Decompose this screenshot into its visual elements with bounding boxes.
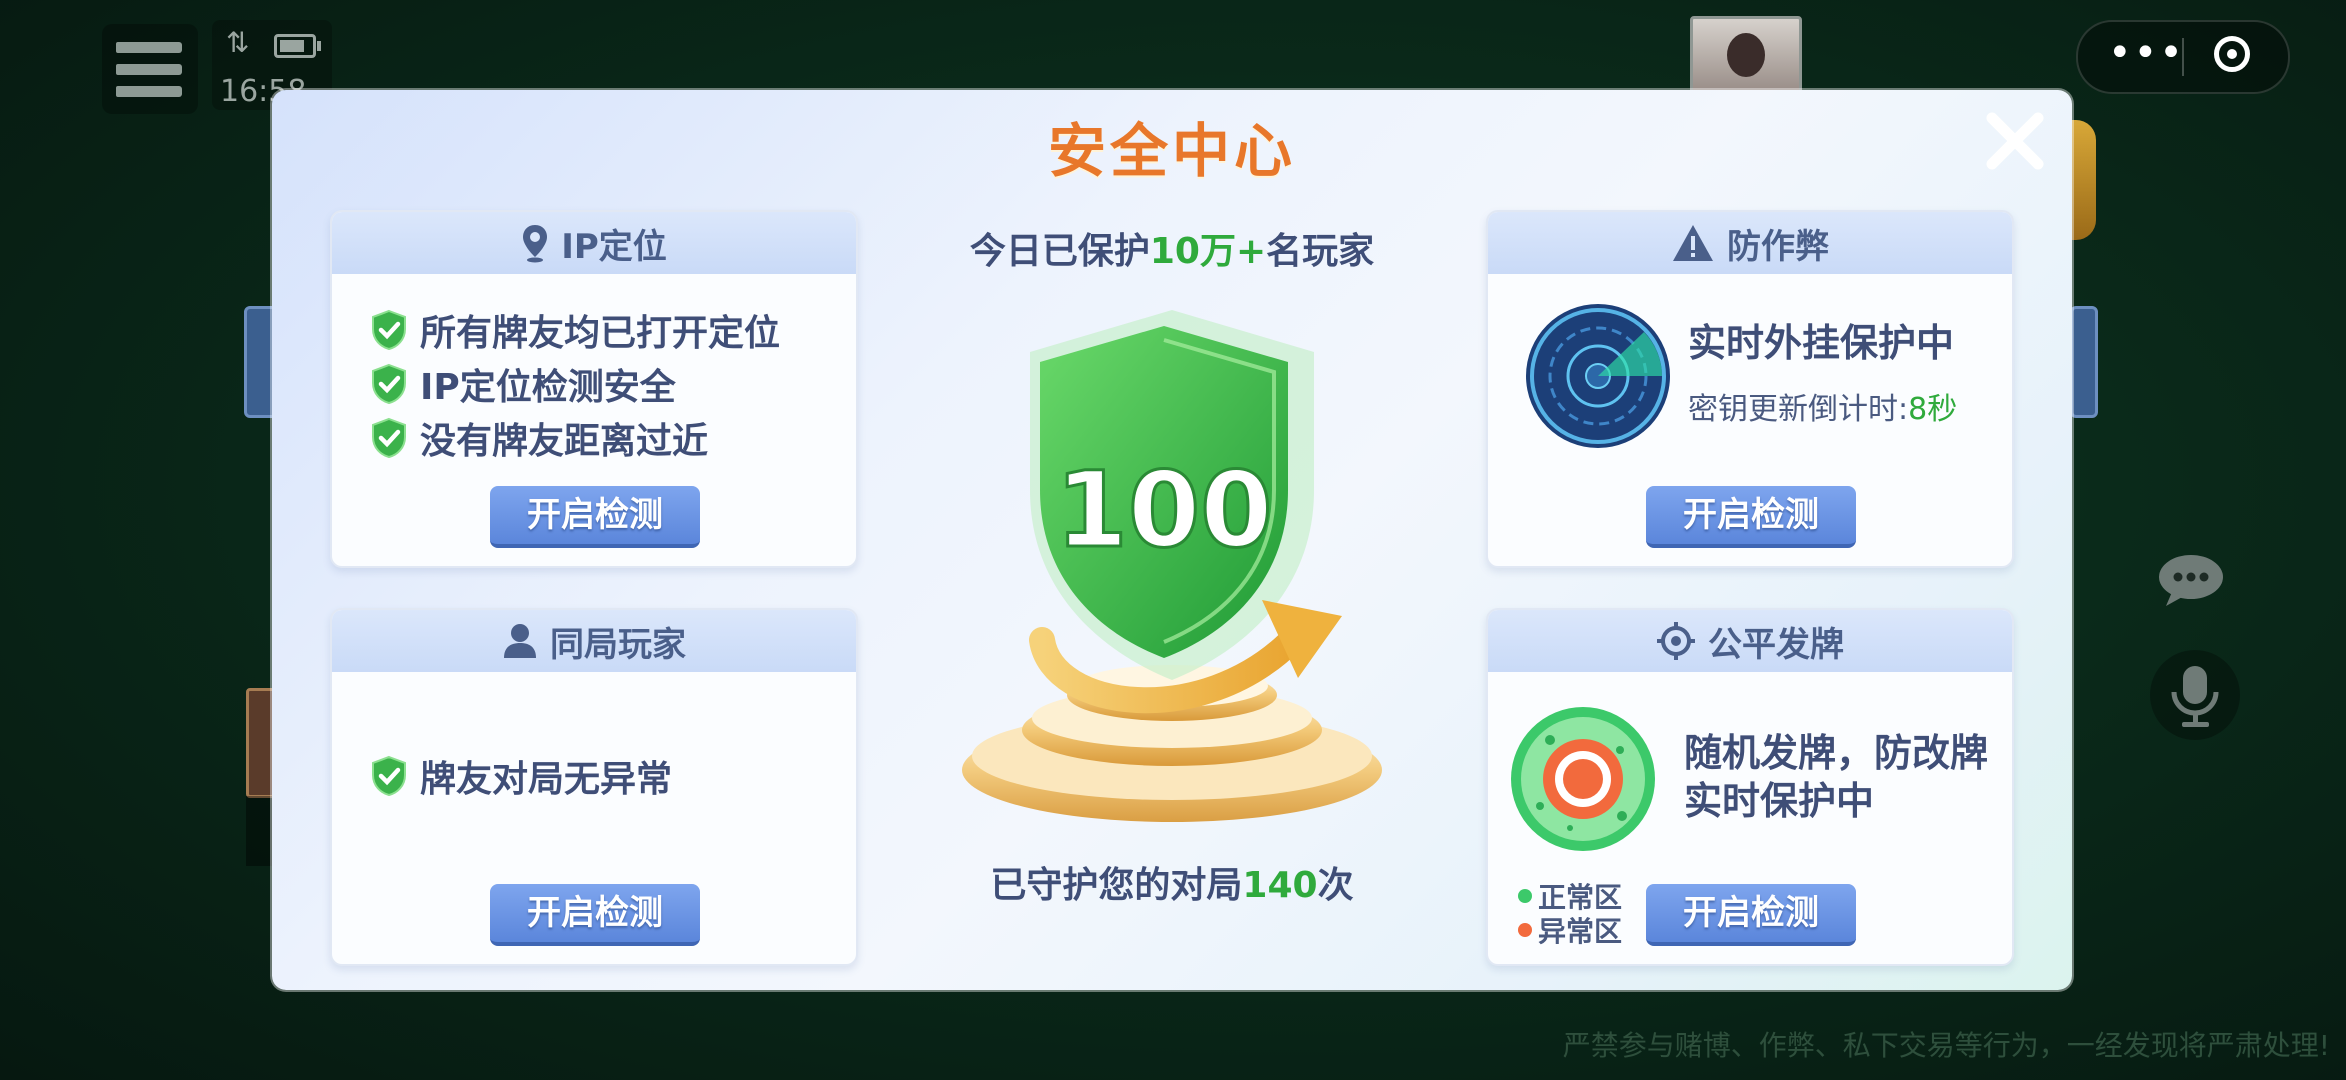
ip-check-text: 所有牌友均已打开定位: [420, 313, 781, 354]
abnormal-dot-icon: [1518, 923, 1532, 937]
ip-check-item: IP定位检测安全: [370, 358, 676, 410]
warning-icon: [1673, 225, 1713, 261]
anti-cheat-status: 实时外挂保护中: [1688, 321, 1955, 365]
security-center-dialog: 安全中心 IP定位 所有牌友均已打开定位 IP定位检测安全 没有牌友距离过近 开…: [272, 90, 2072, 990]
fair-deal-panel-title: 公平发牌: [1708, 624, 1844, 665]
protected-players-count: 10万+: [1149, 231, 1267, 272]
key-countdown-value: 8秒: [1908, 392, 1958, 427]
microphone-icon: [2171, 666, 2219, 727]
menu-button[interactable]: [102, 24, 198, 114]
microphone-button[interactable]: [2150, 650, 2240, 740]
footer-warning: 严禁参与赌博、作弊、私下交易等行为，一经发现将严肃处理!: [1562, 1029, 2330, 1062]
anti-cheat-panel-header: 防作弊: [1488, 212, 2012, 274]
more-icon[interactable]: •••: [2108, 30, 2185, 76]
same-game-panel-header: 同局玩家: [332, 610, 856, 672]
same-game-check-text: 牌友对局无异常: [420, 759, 673, 800]
shield-check-icon: [372, 309, 406, 351]
ip-detect-button[interactable]: 开启检测: [490, 486, 700, 548]
same-game-detect-button[interactable]: 开启检测: [490, 884, 700, 946]
mini-program-capsule: •••: [2076, 20, 2290, 94]
same-game-panel: 同局玩家 牌友对局无异常 开启检测: [330, 608, 858, 966]
guarded-games-text: 已守护您的对局140次: [990, 865, 1354, 906]
anti-cheat-panel-title: 防作弊: [1727, 226, 1829, 267]
ip-panel-title: IP定位: [561, 226, 667, 267]
location-pin-icon: [523, 225, 548, 263]
fair-deal-detect-button[interactable]: 开启检测: [1646, 884, 1856, 946]
fair-deal-line-1: 随机发牌，防改牌: [1684, 731, 1989, 775]
user-icon: [504, 624, 536, 658]
center-summary: 今日已保护10万+名玩家 100 已守护您的对局140次: [852, 90, 1492, 990]
ip-check-item: 所有牌友均已打开定位: [370, 304, 780, 356]
same-game-panel-title: 同局玩家: [550, 624, 686, 665]
protected-players-text: 今日已保护10万+名玩家: [969, 231, 1375, 272]
key-countdown: 密钥更新倒计时:8秒: [1688, 392, 1958, 427]
ip-check-text: 没有牌友距离过近: [420, 421, 709, 462]
shield-check-icon: [372, 363, 406, 405]
ip-check-text: IP定位检测安全: [420, 367, 676, 408]
security-score-shield-icon: 100: [962, 310, 1382, 822]
guarded-games-count: 140: [1242, 865, 1318, 906]
crosshair-icon: [1657, 622, 1695, 660]
exit-target-icon[interactable]: [2214, 36, 2250, 72]
ip-check-item: 没有牌友距离过近: [370, 412, 708, 464]
fair-deal-panel-header: 公平发牌: [1488, 610, 2012, 672]
signal-icon: ⇅: [226, 26, 250, 59]
anti-cheat-panel: 防作弊 实时外挂保护中 密钥更新倒计时:8秒 开启检测: [1486, 210, 2014, 568]
anti-cheat-detect-button[interactable]: 开启检测: [1646, 486, 1856, 548]
fair-deal-target-icon: [1511, 707, 1655, 851]
fair-deal-panel: 公平发牌 随机发牌，防改牌 实时保护中 正常区 异常区 开启检测: [1486, 608, 2014, 966]
chat-icon[interactable]: [2156, 552, 2226, 608]
shield-check-icon: [372, 417, 406, 459]
right-seat[interactable]: [2070, 306, 2098, 418]
normal-dot-icon: [1518, 889, 1532, 903]
radar-icon: [1526, 304, 1670, 448]
same-game-check-item: 牌友对局无异常: [370, 750, 672, 802]
ip-panel-header: IP定位: [332, 212, 856, 274]
battery-icon: [274, 34, 321, 58]
fair-deal-line-2: 实时保护中: [1684, 779, 1875, 823]
shield-check-icon: [372, 755, 406, 797]
legend-abnormal: 异常区: [1518, 910, 1622, 950]
security-score: 100: [1055, 449, 1272, 571]
close-icon[interactable]: [1980, 106, 2050, 176]
ip-location-panel: IP定位 所有牌友均已打开定位 IP定位检测安全 没有牌友距离过近 开启检测: [330, 210, 858, 568]
